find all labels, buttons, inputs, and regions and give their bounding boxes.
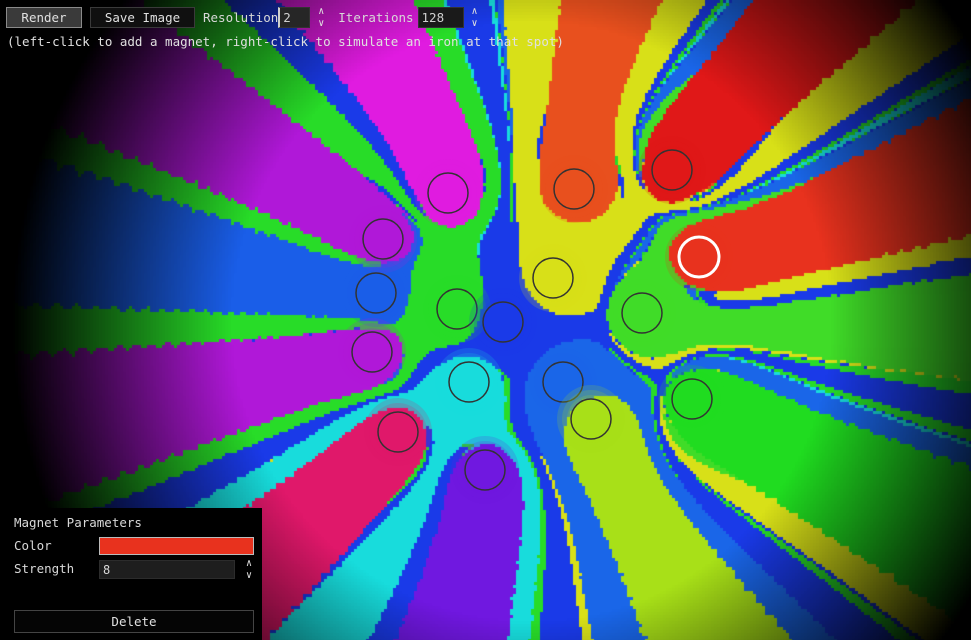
magnet-disc[interactable] bbox=[351, 331, 393, 373]
magnet[interactable] bbox=[608, 279, 676, 347]
strength-input[interactable]: 8 bbox=[99, 560, 235, 579]
magnet[interactable] bbox=[638, 136, 706, 204]
magnet[interactable] bbox=[342, 259, 410, 327]
magnet[interactable] bbox=[540, 155, 608, 223]
magnet-disc[interactable] bbox=[362, 218, 404, 260]
strength-stepper[interactable]: ∧ ∨ bbox=[242, 559, 256, 581]
magnet-disc[interactable] bbox=[377, 411, 419, 453]
magnet-disc[interactable] bbox=[464, 449, 506, 491]
color-swatch[interactable] bbox=[99, 537, 254, 555]
magnet-disc[interactable] bbox=[553, 168, 595, 210]
iterations-input[interactable]: 128 bbox=[417, 7, 464, 28]
delete-button[interactable]: Delete bbox=[14, 610, 254, 633]
resolution-label: Resolution bbox=[203, 10, 279, 25]
color-label: Color bbox=[14, 538, 52, 553]
magnet-disc[interactable] bbox=[482, 301, 524, 343]
magnet[interactable] bbox=[469, 288, 537, 356]
magnet[interactable] bbox=[451, 436, 519, 504]
iterations-label: Iterations bbox=[338, 10, 414, 25]
resolution-stepper[interactable]: ∧ ∨ bbox=[314, 6, 328, 29]
magnet-disc[interactable] bbox=[355, 272, 397, 314]
magnet-disc[interactable] bbox=[532, 257, 574, 299]
chevron-down-icon[interactable]: ∨ bbox=[472, 18, 478, 29]
chevron-up-icon[interactable]: ∧ bbox=[318, 6, 324, 17]
magnet[interactable] bbox=[414, 159, 482, 227]
magnet[interactable] bbox=[658, 365, 726, 433]
chevron-up-icon[interactable]: ∧ bbox=[246, 559, 252, 569]
resolution-input[interactable]: 2 bbox=[278, 7, 311, 28]
strength-label: Strength bbox=[14, 561, 75, 576]
chevron-up-icon[interactable]: ∧ bbox=[472, 6, 478, 17]
magnet-disc[interactable] bbox=[570, 398, 612, 440]
render-button[interactable]: Render bbox=[6, 7, 82, 28]
magnet[interactable] bbox=[557, 385, 625, 453]
magnet-disc[interactable] bbox=[427, 172, 469, 214]
magnet-disc[interactable] bbox=[448, 361, 490, 403]
toolbar: Render Save Image Resolution 2 ∧ ∨ Itera… bbox=[6, 6, 482, 29]
iterations-stepper[interactable]: ∧ ∨ bbox=[468, 6, 482, 29]
magnet-disc[interactable] bbox=[677, 235, 721, 279]
magnet-selected[interactable] bbox=[665, 223, 733, 291]
chevron-down-icon[interactable]: ∨ bbox=[246, 571, 252, 581]
save-image-button[interactable]: Save Image bbox=[90, 7, 195, 28]
magnet[interactable] bbox=[338, 318, 406, 386]
magnet-disc[interactable] bbox=[651, 149, 693, 191]
magnet[interactable] bbox=[435, 348, 503, 416]
usage-hint: (left-click to add a magnet, right-click… bbox=[7, 34, 564, 49]
magnet-disc[interactable] bbox=[621, 292, 663, 334]
magnet-disc[interactable] bbox=[671, 378, 713, 420]
chevron-down-icon[interactable]: ∨ bbox=[318, 18, 324, 29]
panel-title: Magnet Parameters bbox=[14, 515, 142, 530]
magnet[interactable] bbox=[364, 398, 432, 466]
magnet-parameters-panel: Magnet Parameters Color Strength 8 ∧ ∨ D… bbox=[0, 508, 262, 640]
